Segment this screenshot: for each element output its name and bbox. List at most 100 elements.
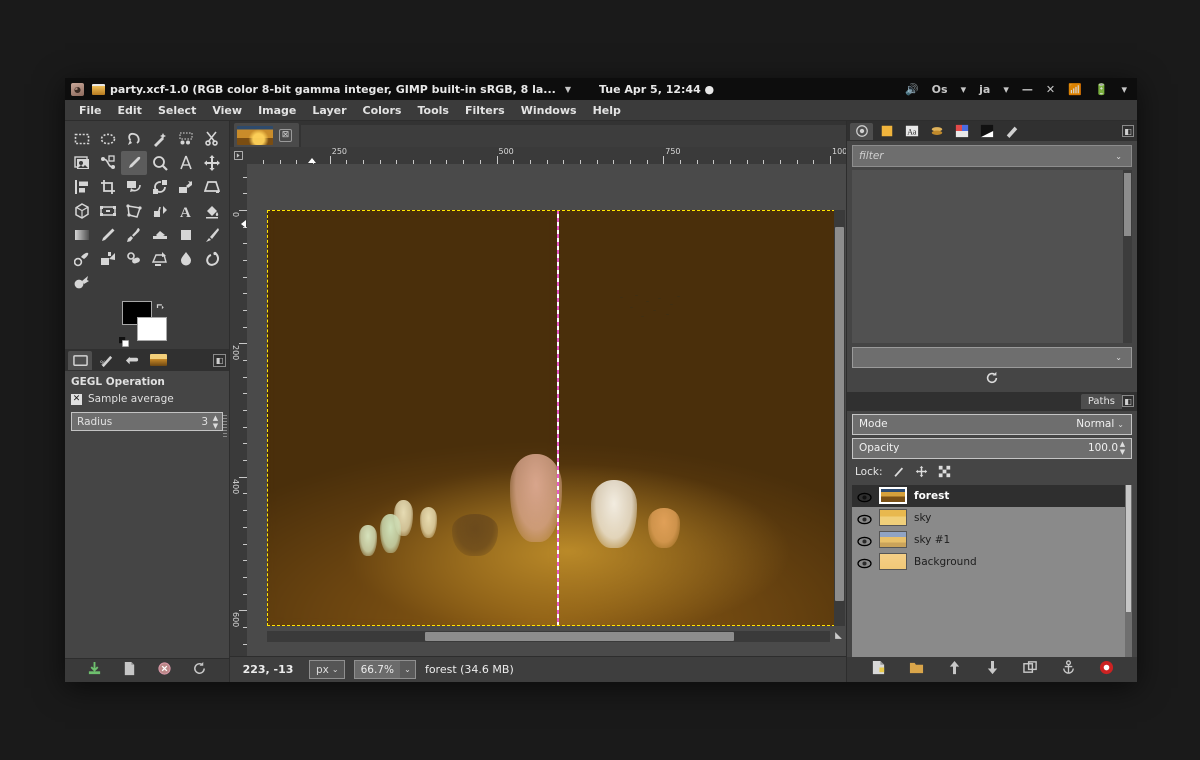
crop-tool[interactable]	[95, 175, 121, 199]
menu-edit[interactable]: Edit	[110, 102, 150, 119]
menu-tools[interactable]: Tools	[409, 102, 456, 119]
ruler-origin-icon[interactable]	[230, 147, 247, 164]
layers-tab-menu-icon[interactable]: ◧	[1122, 395, 1134, 407]
anchor-layer-icon[interactable]	[1061, 660, 1076, 679]
refresh-brushes-icon[interactable]	[985, 370, 999, 389]
new-layer-group-icon[interactable]	[909, 660, 924, 679]
flip-tool[interactable]	[147, 199, 173, 223]
brush-options-select[interactable]: ⌄	[852, 346, 1132, 368]
heal-tool[interactable]	[121, 247, 147, 271]
speaker-icon[interactable]: 🔊	[905, 83, 919, 96]
vertical-scroll-thumb[interactable]	[835, 226, 844, 602]
smudge-tool[interactable]	[199, 247, 225, 271]
vertical-ruler[interactable]: 0 200 400 600	[230, 164, 247, 656]
align-tool[interactable]	[69, 175, 95, 199]
radius-spinner[interactable]: Radius 3 ▲ ▼	[71, 412, 223, 431]
delete-layer-icon[interactable]	[1099, 660, 1114, 679]
brushes-tab-menu-icon[interactable]: ◧	[1122, 125, 1134, 137]
blur-sharpen-tool[interactable]	[173, 247, 199, 271]
zoom-tool[interactable]	[147, 151, 173, 175]
mypaint-brush-tool[interactable]	[69, 247, 95, 271]
close-image-icon[interactable]: ⊠	[279, 128, 292, 142]
menu-view[interactable]: View	[204, 102, 250, 119]
tab-images[interactable]	[146, 351, 170, 370]
reset-tool-icon[interactable]	[192, 661, 207, 680]
brush-list-scrollbar[interactable]	[1123, 170, 1132, 343]
bucket-fill-tool[interactable]	[199, 199, 225, 223]
sample-average-row[interactable]: ✕ Sample average	[71, 393, 223, 405]
menu-select[interactable]: Select	[150, 102, 204, 119]
handle-transform-tool[interactable]	[121, 199, 147, 223]
free-select-tool[interactable]	[121, 127, 147, 151]
new-layer-icon[interactable]	[871, 660, 886, 679]
tab-tool-options[interactable]	[68, 350, 92, 370]
text-tool[interactable]: A	[173, 199, 199, 223]
tab-tool-presets[interactable]	[1000, 123, 1023, 140]
lock-position-icon[interactable]	[915, 463, 928, 482]
layer-row[interactable]: sky #1	[852, 529, 1132, 551]
layer-row[interactable]: sky	[852, 507, 1132, 529]
tab-gradients[interactable]	[975, 123, 998, 140]
raise-layer-icon[interactable]	[947, 660, 962, 679]
layer-visibility-icon[interactable]	[857, 533, 872, 547]
scale-tool[interactable]	[147, 175, 173, 199]
foreground-select-tool[interactable]	[69, 151, 95, 175]
tab-device-status[interactable]: %	[94, 351, 118, 370]
brush-filter-field[interactable]: filter ⌄	[852, 145, 1132, 167]
os-indicator[interactable]: Os	[932, 83, 948, 96]
lock-alpha-icon[interactable]	[938, 463, 951, 482]
radius-stepper[interactable]: ▲ ▼	[211, 414, 220, 430]
horizontal-ruler[interactable]: 250 500 750 1000	[247, 147, 846, 164]
vertical-scrollbar[interactable]	[834, 210, 845, 626]
layer-visibility-icon[interactable]	[857, 555, 872, 569]
menu-filters[interactable]: Filters	[457, 102, 513, 119]
tab-paths[interactable]: Paths	[1080, 393, 1122, 409]
rect-select-tool[interactable]	[69, 127, 95, 151]
brush-list[interactable]	[852, 170, 1132, 343]
layer-opacity-row[interactable]: Opacity 100.0 ▲ ▼	[852, 437, 1132, 459]
navigate-canvas-icon[interactable]	[832, 629, 845, 642]
clone-tool[interactable]	[95, 247, 121, 271]
layer-mode-row[interactable]: Mode Normal ⌄	[852, 413, 1132, 435]
menu-image[interactable]: Image	[250, 102, 304, 119]
layer-mode-chevron-down-icon[interactable]: ⌄	[1117, 420, 1124, 429]
tab-fonts[interactable]: Aa	[900, 123, 923, 140]
gradient-tool[interactable]	[69, 223, 95, 247]
rotate-tool[interactable]	[121, 175, 147, 199]
save-tool-preset-icon[interactable]	[87, 661, 102, 680]
perspective-clone-tool[interactable]	[147, 247, 173, 271]
lower-layer-icon[interactable]	[985, 660, 1000, 679]
scissors-select-tool[interactable]	[199, 127, 225, 151]
airbrush-tool[interactable]	[173, 223, 199, 247]
language-indicator[interactable]: ja	[979, 83, 990, 96]
layer-row[interactable]: forest	[852, 484, 1132, 507]
tab-palettes[interactable]	[950, 123, 973, 140]
brush-refresh-bar[interactable]	[847, 368, 1137, 392]
wifi-icon[interactable]: 📶	[1068, 83, 1082, 96]
3d-transform-tool[interactable]	[69, 199, 95, 223]
select-by-color-tool[interactable]	[173, 127, 199, 151]
title-dropdown-caret[interactable]: ▼	[565, 85, 571, 94]
measure-tool[interactable]	[173, 151, 199, 175]
os-caret-icon[interactable]: ▾	[961, 83, 967, 96]
pencil-tool[interactable]	[95, 223, 121, 247]
fuzzy-select-tool[interactable]	[147, 127, 173, 151]
zoom-chevron-down-icon[interactable]: ⌄	[399, 661, 415, 678]
layer-list-scrollbar[interactable]	[1125, 484, 1132, 657]
unit-chevron-down-icon[interactable]: ⌄	[332, 665, 339, 674]
tool-options-tab-menu-icon[interactable]: ◧	[213, 353, 226, 367]
layer-row[interactable]: Background	[852, 551, 1132, 573]
tab-patterns[interactable]	[875, 123, 898, 140]
shear-tool[interactable]	[173, 175, 199, 199]
reset-colors-icon[interactable]	[119, 333, 130, 347]
menu-file[interactable]: File	[71, 102, 110, 119]
language-caret-icon[interactable]: ▾	[1003, 83, 1009, 96]
layer-visibility-icon[interactable]	[857, 511, 872, 525]
ellipse-select-tool[interactable]	[95, 127, 121, 151]
layer-list[interactable]: forest sky sky #1 Background	[852, 484, 1132, 657]
paintbrush-tool[interactable]	[121, 223, 147, 247]
layer-opacity-stepper[interactable]: ▲ ▼	[1118, 440, 1127, 456]
background-color-swatch[interactable]	[137, 317, 167, 341]
unit-selector[interactable]: px ⌄	[309, 660, 345, 679]
filter-chevron-down-icon[interactable]: ⌄	[1115, 152, 1122, 161]
